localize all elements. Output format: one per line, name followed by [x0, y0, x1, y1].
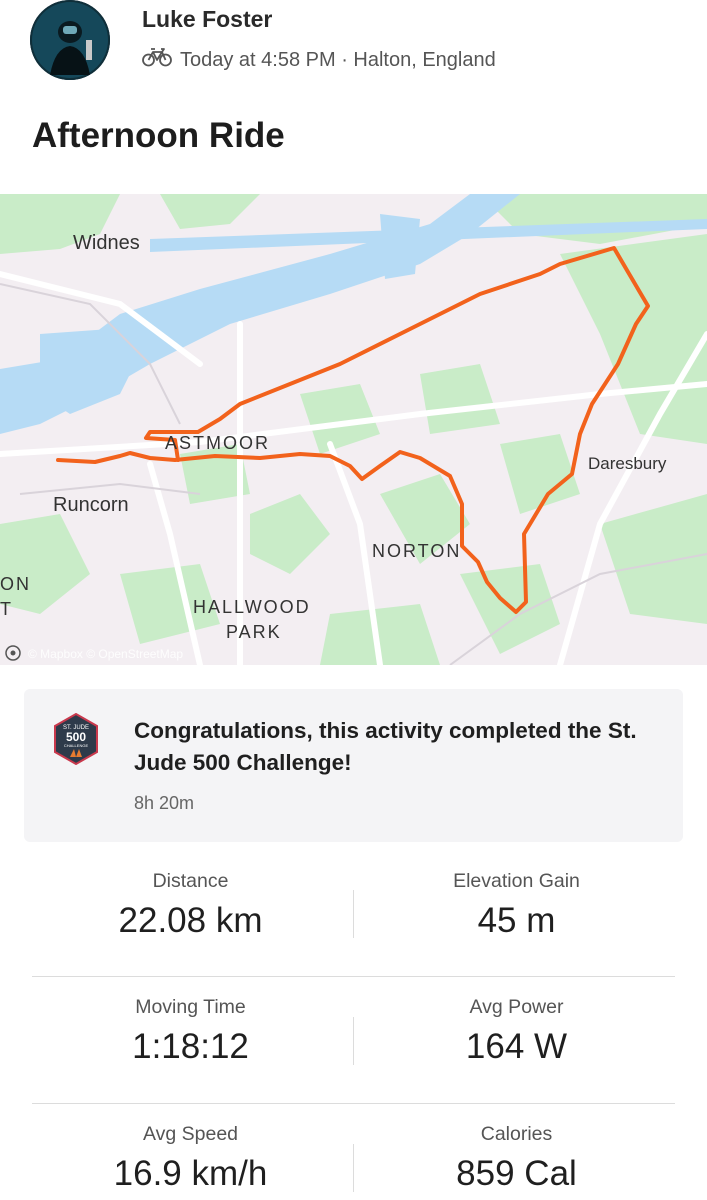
activity-title: Afternoon Ride — [32, 116, 285, 155]
stat-label: Avg Speed — [142, 1123, 239, 1145]
achievement-time: 8h 20m — [134, 793, 195, 813]
stat-value: 1:18:12 — [132, 1027, 249, 1066]
stat-calories: Calories 859 Cal — [340, 1123, 693, 1194]
map-label-widnes: Widnes — [73, 232, 140, 254]
stat-value: 164 W — [465, 1027, 568, 1066]
map-label-norton: NORTON — [372, 541, 461, 561]
activity-time-location: Today at 4:58 PM · Halton, England — [180, 48, 496, 71]
stat-elevation-gain: Elevation Gain 45 m — [340, 870, 693, 941]
stat-moving-time: Moving Time 1:18:12 — [14, 996, 367, 1067]
map-label-daresbury: Daresbury — [588, 454, 667, 473]
stat-label: Avg Power — [469, 996, 564, 1018]
achievement-card[interactable]: ST. JUDE 500 CHALLENGE Congratulations, … — [24, 689, 683, 842]
stat-value: 45 m — [477, 901, 556, 940]
map-label-hallwood: HALLWOOD — [193, 597, 311, 617]
map-label-astmoor: ASTMOOR — [165, 433, 270, 453]
stat-avg-speed: Avg Speed 16.9 km/h — [14, 1123, 367, 1194]
activity-meta: Today at 4:58 PM · Halton, England — [142, 47, 496, 73]
svg-text:CHALLENGE: CHALLENGE — [64, 743, 89, 748]
bike-icon — [142, 47, 172, 73]
svg-text:500: 500 — [66, 730, 86, 744]
stat-label: Calories — [480, 1123, 553, 1145]
avatar[interactable] — [30, 0, 110, 80]
st-jude-challenge-badge-icon: ST. JUDE 500 CHALLENGE — [54, 712, 98, 766]
stat-avg-power: Avg Power 164 W — [340, 996, 693, 1067]
stat-label: Distance — [152, 870, 229, 892]
map-attribution[interactable]: © Mapbox © OpenStreetMap — [28, 647, 183, 661]
map-label-park: PARK — [226, 622, 282, 642]
achievement-text: Congratulations, this activity completed… — [134, 718, 637, 775]
stat-value: 16.9 km/h — [113, 1154, 268, 1193]
stat-distance: Distance 22.08 km — [14, 870, 367, 941]
athlete-name[interactable]: Luke Foster — [142, 6, 272, 33]
stat-label: Moving Time — [135, 996, 246, 1018]
map-label-on: ON — [0, 574, 31, 594]
stat-value: 22.08 km — [118, 901, 263, 940]
route-map[interactable]: Widnes Runcorn ASTMOOR NORTON Daresbury … — [0, 194, 707, 665]
map-label-runcorn: Runcorn — [53, 494, 129, 516]
row-divider — [32, 976, 675, 977]
map-label-t: T — [0, 599, 11, 619]
stat-value: 859 Cal — [456, 1154, 577, 1193]
stat-label: Elevation Gain — [453, 870, 580, 892]
row-divider — [32, 1103, 675, 1104]
